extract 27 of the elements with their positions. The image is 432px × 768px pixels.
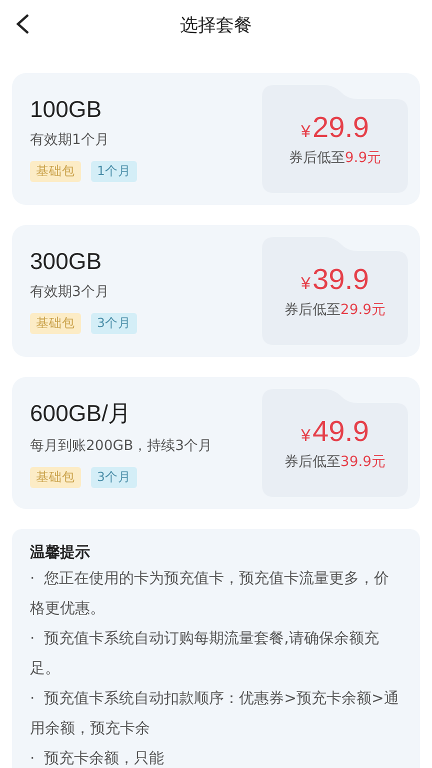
price: ¥49.9 xyxy=(301,416,369,448)
coupon-price-text: 券后低至9.9元 xyxy=(288,148,382,166)
tip-text: · 您正在使用的卡为预充值卡，预充值卡流量更多，价格更优惠。 xyxy=(30,569,390,619)
page-title: 选择套餐 xyxy=(180,14,252,37)
price: ¥29.9 xyxy=(301,112,369,144)
plan-card[interactable]: 300GB 有效期3个月 基础包 3个月 ¥39.9 券后低至29.9元 xyxy=(12,225,420,357)
plan-name: 100GB xyxy=(30,96,103,123)
tip-text: · 预充卡余额，只能 xyxy=(30,749,166,768)
coupon-price-text: 券后低至29.9元 xyxy=(284,300,386,318)
plan-tag: 基础包 xyxy=(30,161,81,182)
plan-tag: 基础包 xyxy=(30,467,81,488)
tip-text: · 预充值卡系统自动扣款顺序：优惠券>预充卡余额>通用余额，预充卡余 xyxy=(30,689,400,739)
price: ¥39.9 xyxy=(301,264,369,296)
plan-card[interactable]: 600GB/月 每月到账200GB，持续3个月 基础包 3个月 ¥49.9 券后低至39.9元 xyxy=(12,377,420,509)
plan-card[interactable]: 100GB 有效期1个月 基础包 1个月 ¥29.9 券后低至9.9元 xyxy=(12,73,420,205)
plan-tag: 3个月 xyxy=(91,313,137,334)
plan-tag: 3个月 xyxy=(91,467,137,488)
plan-validity: 有效期3个月 xyxy=(30,283,110,301)
plan-tag: 基础包 xyxy=(30,313,81,334)
tips-title: 温馨提示 xyxy=(30,543,91,562)
coupon-price-text: 券后低至39.9元 xyxy=(284,452,386,470)
plan-validity: 每月到账200GB，持续3个月 xyxy=(30,437,214,455)
tip-text: · 预充值卡系统自动订购每期流量套餐,请确保余额充足。 xyxy=(30,629,380,679)
plan-tag: 1个月 xyxy=(91,161,137,182)
plan-name: 300GB xyxy=(30,248,103,275)
plan-name: 600GB/月 xyxy=(30,399,132,428)
plan-validity: 有效期1个月 xyxy=(30,131,110,149)
